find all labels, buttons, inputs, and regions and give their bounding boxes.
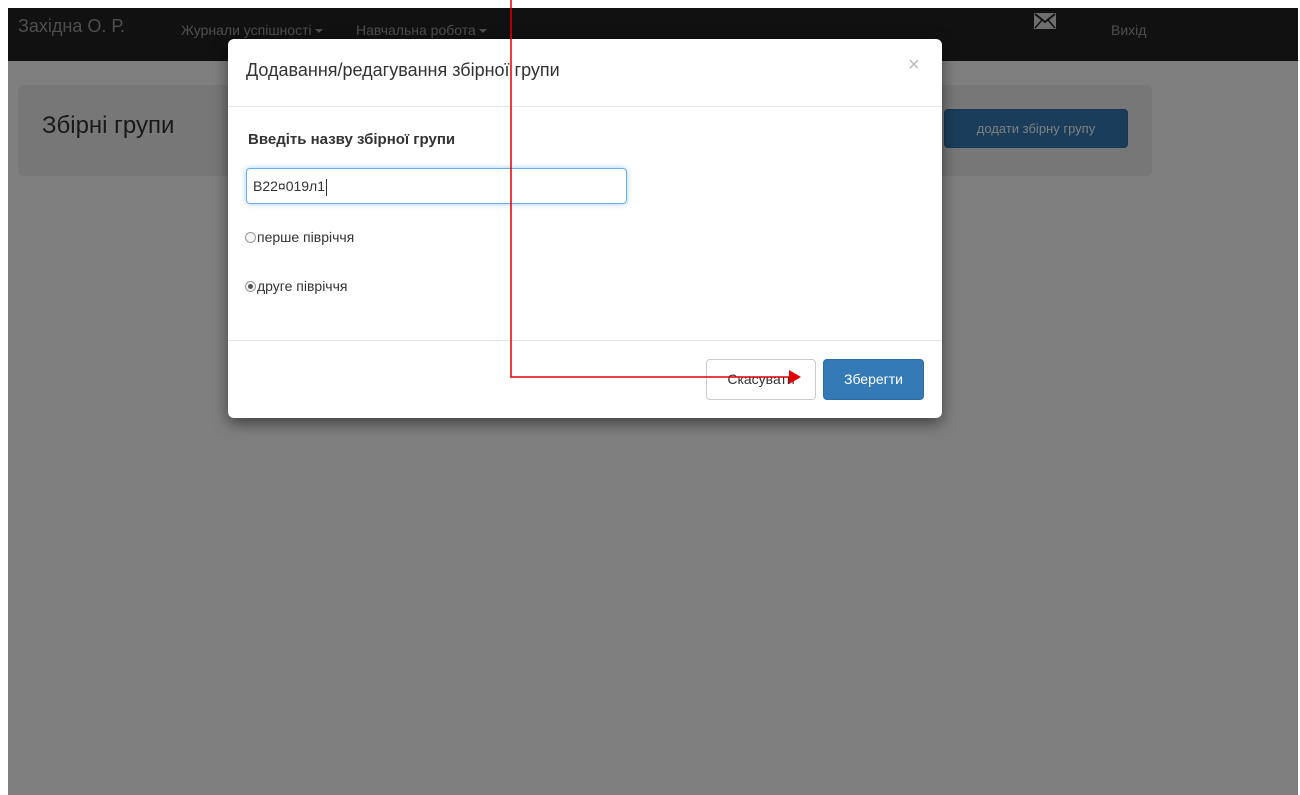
cancel-button[interactable]: Скасувати [706,359,816,400]
radio-first-label: перше півріччя [257,229,355,245]
modal-title: Додавання/редагування збірної групи [246,60,560,80]
group-name-input[interactable]: В22¤019л1 [246,168,627,204]
modal-header: Додавання/редагування збірної групи × [228,39,942,107]
group-name-value: В22¤019л1 [253,178,326,194]
text-cursor [326,178,328,196]
radio-first-semester[interactable]: перше півріччя [245,229,354,245]
edit-group-modal: Додавання/редагування збірної групи × Вв… [228,39,942,418]
modal-footer-divider [228,340,942,341]
page: Західна О. Р. Журнали успішності Навчаль… [8,8,1298,795]
save-button[interactable]: Зберегти [823,359,924,400]
radio-second-label: друге півріччя [257,278,348,294]
radio-second-semester[interactable]: друге півріччя [245,278,347,294]
radio-button-checked-icon[interactable] [245,280,256,292]
radio-button-icon[interactable] [245,231,256,243]
group-name-label: Введіть назву збірної групи [248,131,456,148]
close-icon[interactable]: × [908,55,920,75]
